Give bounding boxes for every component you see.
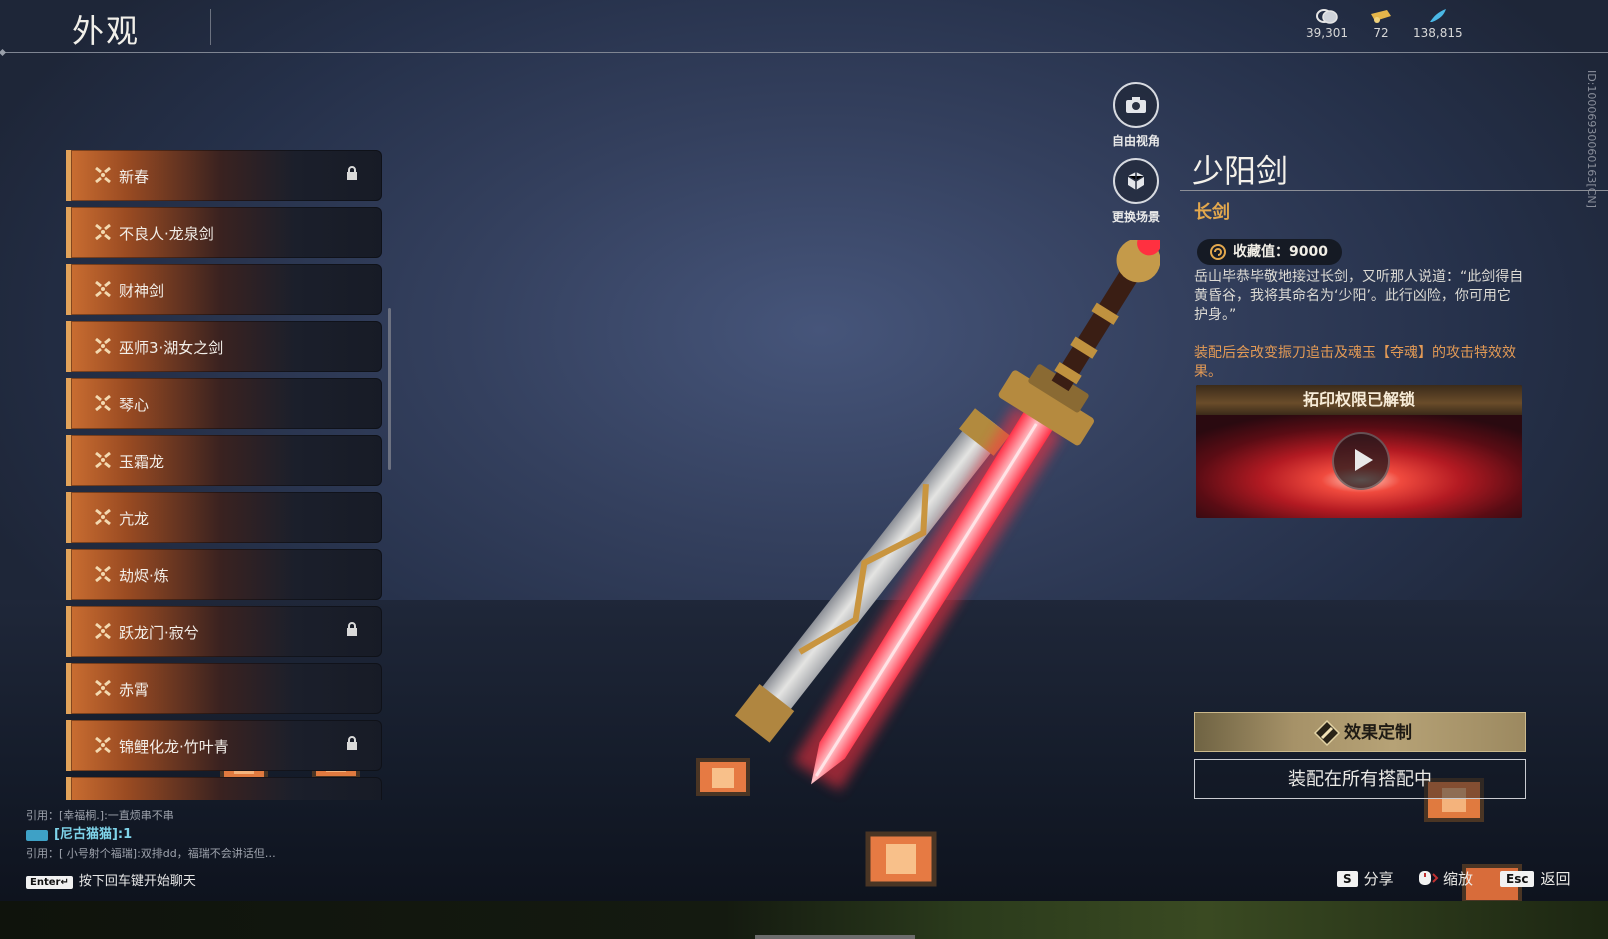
collect-value-badge: 收藏值：9000 — [1197, 239, 1342, 265]
list-item-label: 劫烬·炼 — [119, 567, 169, 585]
play-icon[interactable] — [1332, 432, 1390, 490]
chat-hint-text: 按下回车键开始聊天 — [78, 874, 196, 889]
horizontal-scrollbar[interactable] — [755, 935, 915, 939]
share-key: S — [1337, 871, 1358, 887]
header: 外观 39,301 72 138,815 — [0, 0, 1608, 54]
list-item[interactable]: 劫烬·炼 — [66, 549, 382, 600]
currency-coin: 39,301 — [1306, 8, 1348, 40]
equip-all-button[interactable]: 装配在所有搭配中 — [1194, 759, 1526, 799]
item-description: 岳山毕恭毕敬地接过长剑，又听那人说道：“此剑得自黄昏谷，我将其命名为‘少阳’。此… — [1194, 269, 1524, 323]
list-item[interactable]: 玉霜龙 — [66, 435, 382, 486]
lantern — [865, 831, 937, 887]
list-item[interactable]: 巫师3·湖女之剑 — [66, 321, 382, 372]
list-item[interactable]: 新春 — [66, 150, 382, 201]
list-item-label: 巫师3·湖女之剑 — [119, 339, 224, 357]
sparkle-icon — [95, 622, 111, 640]
change-scene-button[interactable]: 更换场景 — [1101, 158, 1171, 225]
lantern — [696, 758, 750, 796]
list-item-label: 不良人·龙泉剑 — [119, 225, 214, 243]
enter-key-icon: Enter↵ — [26, 876, 73, 889]
sparkle-icon — [95, 679, 111, 697]
list-item[interactable]: 亢龙 — [66, 492, 382, 543]
list-item-label: 锦鲤化龙·竹叶青 — [119, 738, 229, 756]
header-divider — [0, 52, 1608, 53]
back-key: Esc — [1500, 871, 1535, 887]
list-item[interactable]: 琴心 — [66, 378, 382, 429]
player-id: ID:10006930060163[CN] — [1586, 70, 1598, 208]
list-item-label: 跃龙门·寂兮 — [119, 624, 199, 642]
chat-line: 引用：[幸福桐.]:一直烦串不串 — [26, 809, 174, 822]
lock-icon — [347, 736, 357, 750]
zoom-label: 缩放 — [1443, 870, 1474, 888]
sparkle-icon — [95, 337, 111, 355]
sword-model — [734, 240, 1160, 791]
change-scene-label: 更换场景 — [1111, 210, 1160, 224]
chat-line-highlight: [尼古猫猫]:1 — [54, 827, 133, 842]
bottom-strip — [0, 901, 1608, 939]
chat-input-hint[interactable]: Enter↵ 按下回车键开始聊天 — [26, 870, 196, 889]
collection-icon — [1210, 244, 1226, 260]
skin-list: 新春 不良人·龙泉剑 财神剑 巫师3·湖女之剑 琴心 玉霜龙 亢龙 劫烬·炼 跃… — [66, 150, 384, 800]
sparkle-icon — [95, 166, 111, 184]
item-type: 长剑 — [1194, 202, 1230, 223]
list-item[interactable]: 跃龙门·寂兮 — [66, 606, 382, 657]
list-item-label: 新春 — [119, 168, 150, 186]
list-item[interactable]: 财神剑 — [66, 264, 382, 315]
mouse-icon — [1419, 871, 1439, 885]
ticket-icon — [1371, 10, 1391, 23]
title-underline — [1180, 190, 1608, 191]
effect-note: 装配后会改变振刀追击及魂玉【夺魂】的攻击特效效果。 — [1194, 345, 1516, 380]
share-hint[interactable]: S 分享 — [1337, 868, 1394, 889]
sparkle-icon — [95, 565, 111, 583]
list-scrollbar[interactable] — [388, 308, 391, 470]
zoom-hint[interactable]: 缩放 — [1417, 868, 1473, 889]
currency-ticket-value: 72 — [1373, 26, 1389, 40]
back-label: 返回 — [1540, 870, 1571, 888]
cube-icon — [1113, 158, 1159, 204]
camera-icon — [1113, 82, 1159, 128]
item-name: 少阳剑 — [1192, 152, 1289, 190]
share-label: 分享 — [1363, 870, 1394, 888]
sparkle-icon — [95, 394, 111, 412]
list-item-label: 玉霜龙 — [119, 453, 165, 471]
list-item[interactable]: 赤霄 — [66, 663, 382, 714]
list-item[interactable]: 不良人·龙泉剑 — [66, 207, 382, 258]
sword-badge-icon — [1313, 719, 1341, 747]
sparkle-icon — [95, 280, 111, 298]
list-item-label: 赤霄 — [119, 681, 150, 699]
free-view-label: 自由视角 — [1111, 134, 1160, 148]
title-divider — [210, 9, 211, 45]
coin-icon — [1316, 9, 1338, 24]
list-item-label: 琴心 — [119, 396, 150, 414]
feather-icon — [1429, 9, 1446, 22]
currency-coin-value: 39,301 — [1306, 26, 1348, 40]
list-item-label: 财神剑 — [119, 282, 165, 300]
back-hint[interactable]: Esc 返回 — [1500, 868, 1570, 889]
lock-icon — [347, 166, 357, 180]
chat-log: 引用：[幸福桐.]:一直烦串不串 [尼古猫猫]:1 引用：[ 小号射个福瑞]:双… — [26, 806, 356, 863]
sparkle-icon — [95, 223, 111, 241]
currency-feather: 138,815 — [1413, 8, 1463, 40]
free-view-button[interactable]: 自由视角 — [1101, 82, 1171, 149]
list-item-label: 亢龙 — [119, 510, 150, 528]
collect-value-text: 收藏值：9000 — [1233, 244, 1328, 260]
sparkle-icon — [95, 736, 111, 754]
list-item[interactable]: 锦鲤化龙·竹叶青 — [66, 720, 382, 771]
sparkle-icon — [95, 508, 111, 526]
video-caption: 拓印权限已解锁 — [1196, 385, 1522, 415]
currency-feather-value: 138,815 — [1413, 26, 1463, 40]
chat-line: [尼古猫猫]:1 — [26, 825, 356, 844]
customize-effect-button[interactable]: 效果定制 — [1194, 712, 1526, 752]
lock-icon — [347, 622, 357, 636]
effect-preview-video[interactable]: 拓印权限已解锁 — [1196, 385, 1522, 518]
currency-ticket: 72 — [1369, 8, 1393, 40]
channel-badge-icon — [26, 829, 48, 841]
page-title: 外观 — [72, 12, 141, 50]
list-item[interactable] — [66, 777, 382, 800]
chat-line: 引用：[ 小号射个福瑞]:双排dd，福瑞不会讲话但… — [26, 847, 276, 860]
sparkle-icon — [95, 451, 111, 469]
